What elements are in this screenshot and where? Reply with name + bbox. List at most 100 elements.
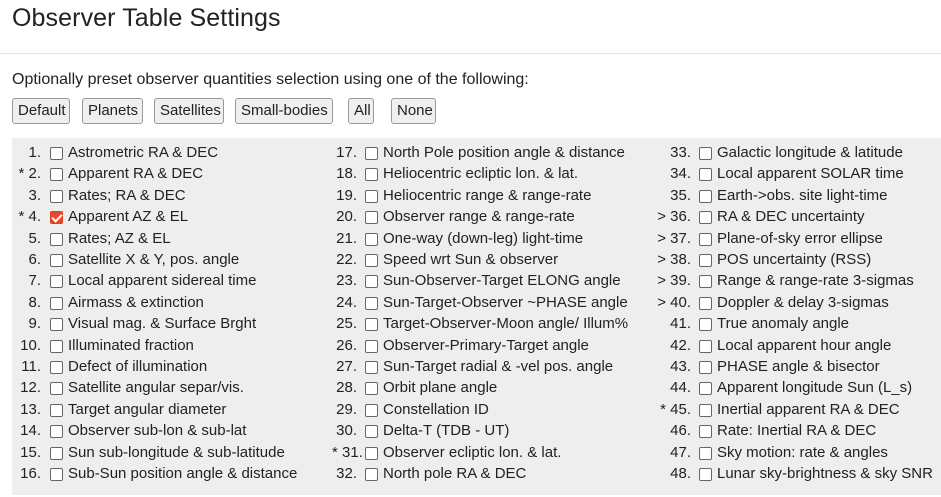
quantity-checkbox[interactable] <box>699 232 712 246</box>
quantity-row[interactable]: 12. Satellite angular separ/vis. <box>12 378 332 398</box>
quantity-label[interactable]: Sun-Observer-Target ELONG angle <box>383 271 621 291</box>
quantity-row[interactable]: > 37. Plane-of-sky error ellipse <box>654 229 941 249</box>
quantity-checkbox[interactable] <box>699 296 712 310</box>
quantity-label[interactable]: Apparent longitude Sun (L_s) <box>717 378 912 398</box>
quantity-checkbox[interactable] <box>699 403 712 417</box>
quantity-checkbox[interactable] <box>365 211 378 225</box>
quantity-label[interactable]: Sun sub-longitude & sub-latitude <box>68 443 285 463</box>
quantity-checkbox[interactable] <box>50 254 63 267</box>
quantity-checkbox[interactable] <box>50 168 63 182</box>
quantity-checkbox[interactable] <box>699 361 712 374</box>
quantity-label[interactable]: Satellite X & Y, pos. angle <box>68 250 239 270</box>
quantity-checkbox[interactable] <box>365 425 378 439</box>
quantity-label[interactable]: Apparent AZ & EL <box>68 207 188 227</box>
quantity-checkbox[interactable] <box>365 189 378 203</box>
quantity-row[interactable]: 26. Observer-Primary-Target angle <box>332 336 654 356</box>
quantity-label[interactable]: Speed wrt Sun & observer <box>383 250 558 270</box>
quantity-checkbox[interactable] <box>50 232 63 246</box>
quantity-checkbox[interactable] <box>50 403 63 417</box>
quantity-row[interactable]: 33. Galactic longitude & latitude <box>654 143 941 163</box>
quantity-label[interactable]: Doppler & delay 3-sigmas <box>717 293 889 313</box>
quantity-checkbox[interactable] <box>50 211 63 225</box>
quantity-row[interactable]: 43. PHASE angle & bisector <box>654 357 941 377</box>
quantity-row[interactable]: 18. Heliocentric ecliptic lon. & lat. <box>332 164 654 184</box>
quantity-row[interactable]: 25. Target-Observer-Moon angle/ Illum% <box>332 314 654 334</box>
quantity-checkbox[interactable] <box>699 168 712 182</box>
quantity-row[interactable]: 41. True anomaly angle <box>654 314 941 334</box>
quantity-label[interactable]: Local apparent SOLAR time <box>717 164 904 184</box>
quantity-label[interactable]: Inertial apparent RA & DEC <box>717 400 900 420</box>
preset-planets-button[interactable]: Planets <box>82 98 143 124</box>
quantity-row[interactable]: 29. Constellation ID <box>332 400 654 420</box>
quantity-row[interactable]: 6. Satellite X & Y, pos. angle <box>12 250 332 270</box>
quantity-checkbox[interactable] <box>50 446 63 460</box>
quantity-checkbox[interactable] <box>50 318 63 332</box>
quantity-row[interactable]: 24. Sun-Target-Observer ~PHASE angle <box>332 293 654 313</box>
quantity-label[interactable]: Galactic longitude & latitude <box>717 143 903 163</box>
quantity-label[interactable]: Sub-Sun position angle & distance <box>68 464 297 484</box>
quantity-checkbox[interactable] <box>365 446 378 460</box>
quantity-label[interactable]: Plane-of-sky error ellipse <box>717 229 883 249</box>
quantity-checkbox[interactable] <box>365 468 378 481</box>
quantity-checkbox[interactable] <box>50 361 63 374</box>
quantity-row[interactable]: 5. Rates; AZ & EL <box>12 229 332 249</box>
quantity-checkbox[interactable] <box>365 254 378 267</box>
quantity-checkbox[interactable] <box>699 382 712 396</box>
quantity-label[interactable]: Visual mag. & Surface Brght <box>68 314 256 334</box>
quantity-row[interactable]: 11. Defect of illumination <box>12 357 332 377</box>
quantity-label[interactable]: Target angular diameter <box>68 400 226 420</box>
quantity-checkbox[interactable] <box>365 232 378 246</box>
quantity-checkbox[interactable] <box>365 275 378 289</box>
quantity-checkbox[interactable] <box>699 468 712 481</box>
quantity-checkbox[interactable] <box>365 382 378 396</box>
quantity-label[interactable]: Rates; AZ & EL <box>68 229 171 249</box>
quantity-row[interactable]: 46. Rate: Inertial RA & DEC <box>654 421 941 441</box>
quantity-label[interactable]: Observer sub-lon & sub-lat <box>68 421 246 441</box>
quantity-row[interactable]: 32. North pole RA & DEC <box>332 464 654 484</box>
quantity-label[interactable]: Delta-T (TDB - UT) <box>383 421 509 441</box>
quantity-row[interactable]: 19. Heliocentric range & range-rate <box>332 186 654 206</box>
quantity-row[interactable]: 14. Observer sub-lon & sub-lat <box>12 421 332 441</box>
quantity-label[interactable]: Constellation ID <box>383 400 489 420</box>
quantity-label[interactable]: Local apparent hour angle <box>717 336 891 356</box>
quantity-label[interactable]: True anomaly angle <box>717 314 849 334</box>
quantity-label[interactable]: Apparent RA & DEC <box>68 164 203 184</box>
quantity-checkbox[interactable] <box>50 425 63 439</box>
quantity-label[interactable]: Sun-Target-Observer ~PHASE angle <box>383 293 628 313</box>
quantity-row[interactable]: 9. Visual mag. & Surface Brght <box>12 314 332 334</box>
quantity-row[interactable]: * 45. Inertial apparent RA & DEC <box>654 400 941 420</box>
quantity-label[interactable]: Defect of illumination <box>68 357 207 377</box>
quantity-label[interactable]: Illuminated fraction <box>68 336 194 356</box>
quantity-row[interactable]: 8. Airmass & extinction <box>12 293 332 313</box>
quantity-label[interactable]: Sun-Target radial & -vel pos. angle <box>383 357 613 377</box>
quantity-checkbox[interactable] <box>50 296 63 310</box>
quantity-checkbox[interactable] <box>699 339 712 353</box>
quantity-checkbox[interactable] <box>50 275 63 289</box>
quantity-row[interactable]: 20. Observer range & range-rate <box>332 207 654 227</box>
quantity-checkbox[interactable] <box>699 446 712 460</box>
quantity-row[interactable]: 15. Sun sub-longitude & sub-latitude <box>12 443 332 463</box>
preset-default-button[interactable]: Default <box>12 98 70 124</box>
quantity-row[interactable]: 3. Rates; RA & DEC <box>12 186 332 206</box>
quantity-row[interactable]: 10. Illuminated fraction <box>12 336 332 356</box>
quantity-checkbox[interactable] <box>699 254 712 267</box>
quantity-label[interactable]: Target-Observer-Moon angle/ Illum% <box>383 314 628 334</box>
quantity-label[interactable]: Sky motion: rate & angles <box>717 443 888 463</box>
quantity-row[interactable]: * 31. Observer ecliptic lon. & lat. <box>332 443 654 463</box>
quantity-row[interactable]: 27. Sun-Target radial & -vel pos. angle <box>332 357 654 377</box>
quantity-checkbox[interactable] <box>699 425 712 439</box>
quantity-label[interactable]: Astrometric RA & DEC <box>68 143 218 163</box>
quantity-row[interactable]: 7. Local apparent sidereal time <box>12 271 332 291</box>
quantity-row[interactable]: * 4. Apparent AZ & EL <box>12 207 332 227</box>
quantity-label[interactable]: Satellite angular separ/vis. <box>68 378 244 398</box>
quantity-label[interactable]: Local apparent sidereal time <box>68 271 256 291</box>
quantity-label[interactable]: Orbit plane angle <box>383 378 497 398</box>
quantity-label[interactable]: Rates; RA & DEC <box>68 186 186 206</box>
quantity-row[interactable]: 28. Orbit plane angle <box>332 378 654 398</box>
preset-satellites-button[interactable]: Satellites <box>154 98 224 124</box>
quantity-label[interactable]: Range & range-rate 3-sigmas <box>717 271 914 291</box>
quantity-checkbox[interactable] <box>50 382 63 396</box>
quantity-label[interactable]: Heliocentric ecliptic lon. & lat. <box>383 164 578 184</box>
quantity-row[interactable]: 13. Target angular diameter <box>12 400 332 420</box>
quantity-row[interactable]: 44. Apparent longitude Sun (L_s) <box>654 378 941 398</box>
